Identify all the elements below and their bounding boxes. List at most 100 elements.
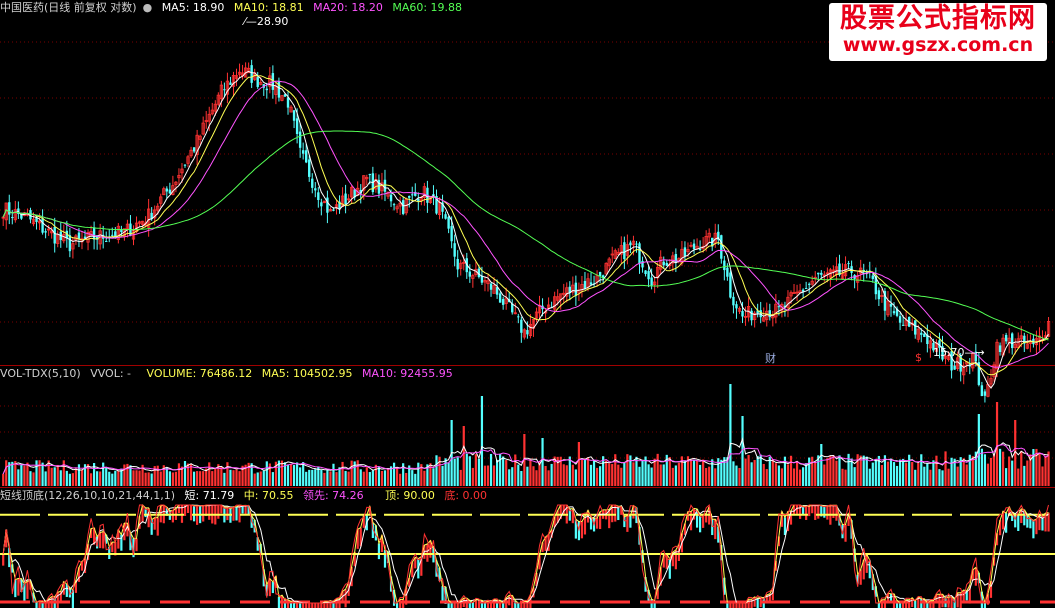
volume-bar-down [583, 460, 587, 486]
volume-bar-up [147, 472, 150, 486]
volume-bar-down [326, 469, 329, 486]
osc-bar [732, 603, 735, 608]
volume-bar-up [747, 454, 750, 486]
candle-down [8, 202, 11, 215]
financial-report-marker[interactable]: 财 [765, 350, 776, 366]
osc-bar [580, 521, 584, 539]
candle-down [229, 82, 232, 85]
volume-bar-up [605, 460, 608, 486]
candle-down [383, 179, 387, 192]
volume-bar-down [902, 458, 905, 486]
volume-bar-up [253, 473, 256, 486]
volume-bar-down [453, 458, 456, 486]
osc-bar [1035, 519, 1038, 535]
oscillator-panel-header: 短线顶底(12,26,10,10,21,44,1,1) 短: 71.79 中: … [0, 488, 493, 504]
volume-bar-up [196, 471, 199, 486]
osc-bar [1032, 520, 1035, 539]
osc-bar [844, 524, 847, 542]
volume-bar-down [820, 444, 823, 486]
osc-bar [456, 603, 459, 608]
volume-bar-down [465, 453, 468, 486]
candle-down [817, 272, 820, 275]
candle-down [777, 306, 781, 308]
volume-bar-down [417, 462, 420, 486]
volume-bar-up [714, 468, 717, 486]
candle-down [768, 310, 771, 318]
volume-bar-up [1002, 451, 1005, 486]
volume-bar-up [23, 465, 26, 486]
volume-bar-up [1047, 451, 1050, 486]
volume-bar-up [608, 463, 611, 486]
volume-bar-down [377, 467, 381, 486]
volume-bar-up [341, 461, 344, 486]
volume-bar-down [65, 470, 68, 486]
volume-bar-down [920, 454, 923, 486]
candle-down [923, 333, 926, 337]
volume-bar-up [811, 456, 814, 486]
volume-bar-down [805, 463, 808, 486]
volume-bar-up [780, 468, 784, 486]
security-title: 中国医药(日线 前复权 对数) [0, 1, 137, 14]
volume-bar-down [895, 465, 899, 486]
volume-bar-up [917, 462, 920, 486]
osc-bar [314, 603, 317, 608]
volume-bar-up [995, 402, 999, 486]
dividend-marker[interactable]: $ [915, 351, 922, 364]
candle-down [741, 311, 744, 317]
watermark-title: 股票公式指标网 [840, 3, 1036, 34]
osc-bar [808, 506, 811, 517]
volume-bar-down [53, 467, 56, 486]
volume-bar-up [14, 461, 17, 486]
osc-bar [1017, 514, 1020, 531]
volume-bar-down [871, 462, 874, 486]
volume-bar-up [362, 471, 365, 486]
settings-circle-icon[interactable]: ● [143, 1, 153, 14]
volume-bar-down [735, 465, 738, 486]
volume-bar-up [347, 471, 350, 486]
volume-bar-down [495, 459, 499, 486]
volume-bar-up [459, 469, 462, 486]
volume-bar-up [677, 462, 680, 486]
volume-bar-up [962, 458, 965, 486]
volume-bar-up [486, 465, 490, 486]
volume-bar-up [492, 465, 496, 486]
candle-down [77, 232, 81, 239]
osc-bar [344, 589, 347, 608]
volume-bar-up [235, 469, 238, 486]
volume-bar-up [365, 467, 368, 486]
volume-bar-up [535, 470, 538, 486]
candle-down [983, 391, 987, 396]
volume-bar-down [265, 461, 268, 486]
osc-bar [502, 603, 505, 608]
volume-bar-up [202, 471, 205, 486]
volume-bar-down [908, 454, 911, 486]
candle-down [265, 88, 269, 91]
candle-down [650, 277, 653, 286]
osc-bar [377, 543, 381, 560]
volume-bar-down [874, 459, 877, 486]
osc-bar [974, 567, 977, 586]
osc-bar [726, 603, 729, 608]
osc-bar [317, 603, 320, 608]
candle-down [408, 195, 411, 198]
candle-down [468, 271, 472, 277]
volume-bar-down [526, 466, 529, 486]
ma20-line [2, 80, 1049, 368]
volume-bar-down [508, 469, 511, 486]
volume-bar-down [111, 473, 114, 486]
candle-down [450, 226, 453, 242]
volume-bar-up [238, 471, 241, 486]
volume-bar-down [105, 467, 108, 486]
volume-bar-down [756, 456, 759, 486]
volume-bar-down [344, 470, 347, 486]
volume-bar-up [123, 464, 126, 486]
volume-bar-up [738, 467, 741, 486]
volume-bar-up [99, 471, 102, 486]
high-price-value: 28.90 [256, 15, 289, 28]
volume-bar-up [174, 471, 178, 486]
osc-bar [302, 603, 305, 608]
osc-bar [517, 603, 520, 608]
volume-bar-down [599, 466, 602, 486]
volume-bar-up [571, 464, 574, 486]
stock-chart[interactable] [0, 0, 1055, 608]
